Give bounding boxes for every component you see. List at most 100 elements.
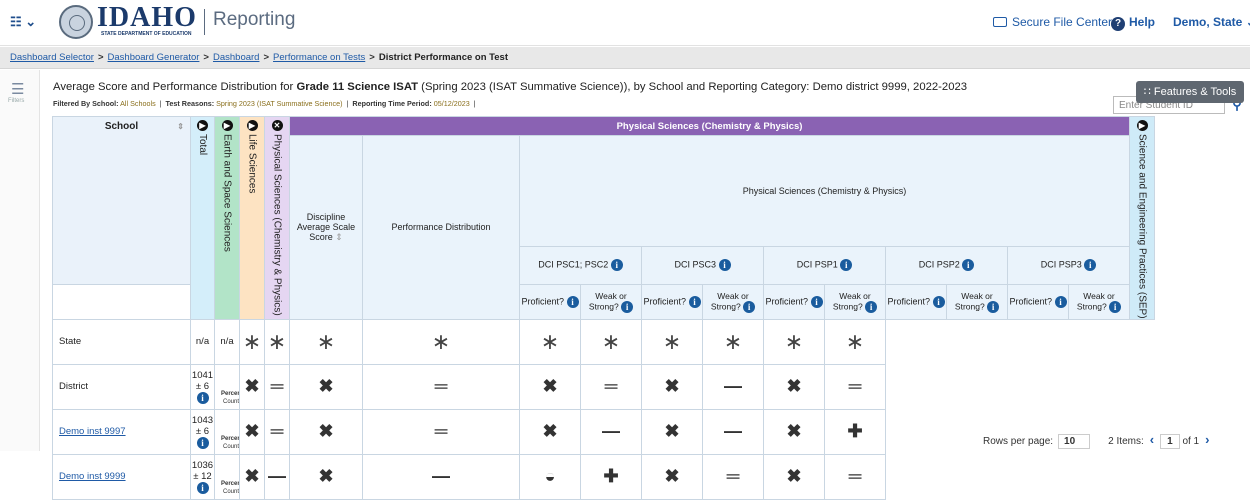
dci-header-1: DCI PSC3 i <box>641 245 764 285</box>
prev-page-icon[interactable]: ‹ <box>1150 432 1154 447</box>
info-icon[interactable]: i <box>962 259 975 272</box>
indicator-icon: ✖ <box>542 376 558 397</box>
indicator-icon: ∗ <box>267 328 287 354</box>
indicator-cell: ✖ <box>763 453 825 500</box>
info-icon[interactable]: i <box>196 391 209 404</box>
table-row: District1041 ± 6 iiPercentCount89%11%172… <box>52 363 1155 410</box>
indicator-icon: ∗ <box>242 328 262 354</box>
expand-icon[interactable]: ▶ <box>1136 120 1148 131</box>
indicator-icon: ∗ <box>784 328 804 354</box>
filters-panel-toggle[interactable]: ☰ Filters <box>0 70 40 451</box>
indicator-icon: ✖ <box>786 376 802 397</box>
weak-strong-header: Weak or Strong? i <box>1068 283 1130 320</box>
discipline-score-cell: 1041 ± 6 i <box>190 363 215 410</box>
proficient-header: Proficient? i <box>763 283 825 320</box>
info-icon[interactable]: i <box>1109 300 1122 313</box>
secure-file-center-link[interactable]: Secure File Center <box>993 15 1112 29</box>
info-icon[interactable]: i <box>621 300 634 313</box>
discipline-score-cell: n/a <box>190 318 215 365</box>
expand-icon[interactable]: ▶ <box>221 120 233 131</box>
indicator-cell: ∗ <box>239 318 265 365</box>
breadcrumb-performance-on-tests[interactable]: Performance on Tests <box>273 52 365 63</box>
indicator-cell: ∗ <box>763 318 825 365</box>
indicator-cell: ✖ <box>763 363 825 410</box>
info-icon[interactable]: i <box>1084 259 1097 272</box>
school-header-spacer <box>52 284 191 320</box>
indicator-icon: ═ <box>270 421 284 442</box>
indicator-icon: ✖ <box>786 421 802 442</box>
indicator-icon: ◒ <box>544 466 556 487</box>
proficient-header: Proficient? i <box>885 283 947 320</box>
breadcrumb-dashboard[interactable]: Dashboard <box>213 52 259 63</box>
user-menu[interactable]: Demo, State ⌄ <box>1173 15 1250 29</box>
indicator-icon: ∗ <box>723 328 743 354</box>
collapse-icon[interactable]: ✕ <box>271 120 283 131</box>
life-sciences-column-collapsed[interactable]: ▶ Life Sciences <box>239 116 265 320</box>
indicator-icon: ✚ <box>847 421 863 442</box>
sep-column-collapsed[interactable]: ▶ Science and Engineering Practices (SEP) <box>1129 116 1155 320</box>
info-icon[interactable]: i <box>810 295 823 308</box>
rows-per-page-select[interactable]: 10 <box>1058 434 1091 449</box>
info-icon[interactable]: i <box>987 300 1000 313</box>
info-icon[interactable]: i <box>718 259 731 272</box>
row-school-name[interactable]: Demo inst 9997 <box>52 408 191 455</box>
school-link[interactable]: Demo inst 9997 <box>59 426 126 437</box>
indicator-icon: ∗ <box>662 328 682 354</box>
info-icon[interactable]: i <box>840 259 853 272</box>
indicator-icon: ∗ <box>601 328 621 354</box>
dci-header-2: DCI PSP1 i <box>763 245 886 285</box>
row-school-name: District <box>52 363 191 410</box>
row-school-name: State <box>52 318 191 365</box>
breadcrumb-dashboard-generator[interactable]: Dashboard Generator <box>108 52 200 63</box>
info-icon[interactable]: i <box>196 481 209 494</box>
report-filter-summary: Filtered By School: All Schools | Test R… <box>53 99 476 108</box>
indicator-cell: ═ <box>264 408 290 455</box>
physical-sciences-column-expanded[interactable]: ✕ Physical Sciences (Chemistry & Physics) <box>264 116 290 320</box>
logo-divider <box>204 9 205 35</box>
row-school-name[interactable]: Demo inst 9999 <box>52 453 191 500</box>
indicator-cell: ✖ <box>519 408 581 455</box>
breadcrumb-dashboard-selector[interactable]: Dashboard Selector <box>10 52 94 63</box>
discipline-score-cell: 1043 ± 6 i <box>190 408 215 455</box>
info-icon[interactable]: i <box>1054 295 1067 308</box>
breadcrumb: Dashboard Selector > Dashboard Generator > D… <box>10 52 508 63</box>
indicator-cell: ✖ <box>239 453 265 500</box>
school-column-header[interactable]: School ⇕ <box>52 116 191 285</box>
indicator-cell: ∗ <box>580 318 642 365</box>
expand-icon[interactable]: ▶ <box>197 120 208 131</box>
info-icon[interactable]: i <box>688 295 701 308</box>
logo-subtext: STATE DEPARTMENT OF EDUCATION <box>101 31 192 37</box>
school-link[interactable]: Demo inst 9999 <box>59 471 126 482</box>
filters-label: Filters <box>8 98 25 104</box>
indicator-cell: — <box>580 408 642 455</box>
info-icon[interactable]: i <box>196 436 209 449</box>
info-icon[interactable]: i <box>743 300 756 313</box>
next-page-icon[interactable]: › <box>1205 432 1209 447</box>
discipline-score-header[interactable]: Discipline Average Scale Score ⇕ <box>289 135 363 320</box>
indicator-icon: ✖ <box>244 421 260 442</box>
indicator-cell: ✖ <box>239 363 265 410</box>
earth-space-column-collapsed[interactable]: ▶ Earth and Space Sciences <box>214 116 240 320</box>
page-number-input[interactable]: 1 <box>1160 434 1180 449</box>
info-icon[interactable]: i <box>932 295 945 308</box>
indicator-cell: — <box>702 363 764 410</box>
indicator-cell: ✖ <box>763 408 825 455</box>
indicator-icon: ═ <box>848 376 862 397</box>
indicator-icon: — <box>602 421 620 442</box>
info-icon[interactable]: i <box>610 259 623 272</box>
features-tools-button[interactable]: ∷ Features & Tools <box>1136 81 1244 103</box>
indicator-icon: ✖ <box>542 421 558 442</box>
info-icon[interactable]: i <box>865 300 878 313</box>
info-icon[interactable]: i <box>566 295 579 308</box>
indicator-cell: ∗ <box>519 318 581 365</box>
expand-icon[interactable]: ▶ <box>246 120 258 131</box>
help-icon: ? <box>1111 17 1125 31</box>
app-menu-icon[interactable]: ☷ ⌄ <box>10 14 36 30</box>
percent-label: Percent <box>221 480 239 487</box>
total-column-collapsed[interactable]: ▶ Total <box>190 116 215 320</box>
help-link[interactable]: ? Help <box>1111 15 1155 31</box>
indicator-icon: ✖ <box>318 421 334 442</box>
indicator-icon: ✖ <box>786 466 802 487</box>
percent-label: Percent <box>221 435 239 442</box>
indicator-icon: ═ <box>848 466 862 487</box>
